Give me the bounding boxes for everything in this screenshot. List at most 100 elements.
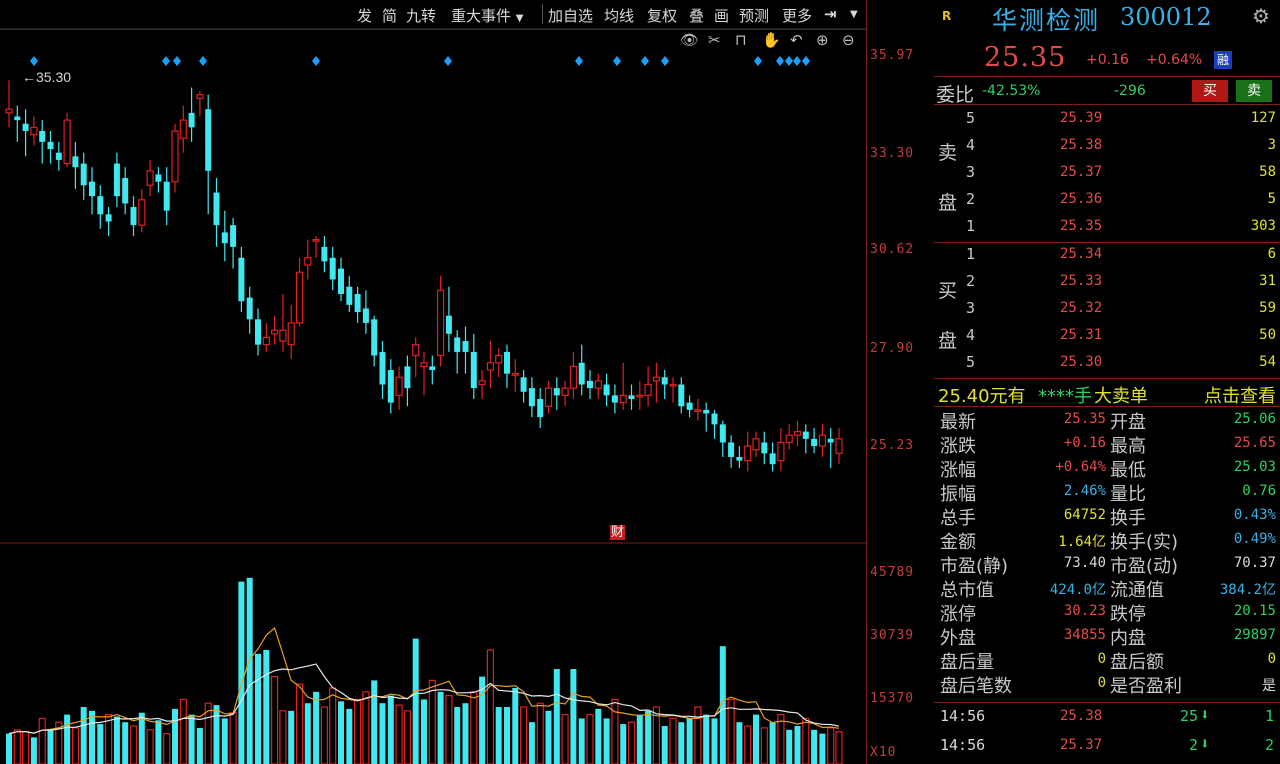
ask-row[interactable]: 5 25.39 127 bbox=[934, 106, 1280, 133]
volume-bar-down bbox=[736, 722, 743, 764]
ask-price: 25.35 bbox=[1060, 218, 1103, 234]
bid-volume: 6 bbox=[1267, 246, 1276, 262]
candle-body-down bbox=[230, 225, 237, 247]
candle-body-up bbox=[271, 329, 279, 335]
candle-body-up bbox=[619, 394, 627, 404]
candle-body-up bbox=[544, 387, 553, 407]
event-diamond-icon bbox=[641, 56, 649, 66]
ask-row[interactable]: 4 25.38 3 bbox=[934, 133, 1280, 160]
quote-row: 市盈(静) 73.40 市盈(动) 70.37 bbox=[934, 552, 1280, 577]
volume-bar-down bbox=[371, 680, 378, 764]
volume-bar-down bbox=[678, 722, 685, 764]
big-order-link[interactable]: 点击查看 bbox=[1204, 382, 1276, 408]
quote-value: 64752 bbox=[1063, 507, 1106, 523]
volume-bar-down bbox=[412, 638, 419, 764]
quote-label: 换手(实) bbox=[1110, 532, 1179, 553]
candle-body-down bbox=[686, 402, 693, 410]
candle-body-down bbox=[811, 438, 818, 447]
volume-bar-down bbox=[213, 705, 220, 764]
volume-bar-up bbox=[536, 702, 544, 764]
ask-volume: 127 bbox=[1250, 110, 1276, 126]
candle-body-down bbox=[113, 163, 120, 197]
volume-bar-down bbox=[255, 653, 261, 764]
bid-row[interactable]: 5 25.30 54 bbox=[934, 350, 1280, 377]
candle-body-down bbox=[80, 163, 87, 186]
candle-body-up bbox=[744, 445, 752, 462]
candle-body-up bbox=[5, 108, 13, 114]
quote-row: 涨跌 +0.16 最高 25.65 bbox=[934, 432, 1280, 457]
volume-bar-down bbox=[786, 729, 793, 764]
event-diamond-icon bbox=[661, 56, 669, 66]
quote-value: 0 bbox=[1097, 651, 1106, 667]
volume-bar-down bbox=[30, 737, 37, 764]
quote-label: 最低 bbox=[1110, 460, 1146, 481]
candle-body-up bbox=[777, 441, 785, 462]
candle-body-down bbox=[628, 395, 635, 400]
quote-label: 最高 bbox=[1110, 436, 1146, 457]
sell-button[interactable]: 卖 bbox=[1236, 80, 1272, 102]
candle-body-up bbox=[262, 336, 270, 346]
volume-bar-down bbox=[570, 669, 577, 764]
bid-row[interactable]: 2 25.33 31 bbox=[934, 269, 1280, 296]
quote-label: 盘后额 bbox=[1110, 652, 1164, 673]
candle-body-down bbox=[122, 178, 129, 204]
candle-body-up bbox=[412, 344, 420, 357]
quote-label: 盘后笔数 bbox=[940, 676, 1012, 697]
gear-icon[interactable]: ⚙ bbox=[1252, 4, 1270, 28]
bid-row[interactable]: 4 25.31 50 bbox=[934, 323, 1280, 350]
divider bbox=[934, 76, 1280, 77]
candle-body-down bbox=[553, 388, 560, 396]
event-diamond-icon bbox=[312, 56, 320, 66]
quote-value: 0.76 bbox=[1242, 483, 1276, 499]
big-order-label: 大卖单 bbox=[1094, 386, 1148, 407]
volume-bar-up bbox=[13, 729, 21, 764]
candle-body-down bbox=[454, 337, 461, 352]
quote-label: 内盘 bbox=[1110, 628, 1146, 649]
bid-row[interactable]: 3 25.32 59 bbox=[934, 296, 1280, 323]
candle-body-down bbox=[445, 315, 452, 334]
candle-body-down bbox=[205, 109, 212, 171]
candle-body-up bbox=[30, 126, 38, 136]
ask-row[interactable]: 2 25.36 5 bbox=[934, 187, 1280, 214]
big-order-banner[interactable]: 25.40元有 ****手 大卖单 点击查看 bbox=[934, 380, 1280, 408]
ask-level: 1 bbox=[966, 217, 976, 235]
volume-bar-down bbox=[238, 581, 245, 764]
candle-body-down bbox=[379, 351, 386, 385]
price-axis-label: 25.23 bbox=[870, 438, 915, 453]
quote-label: 换手 bbox=[1110, 508, 1146, 529]
candle-body-up bbox=[287, 322, 295, 346]
candle-body-up bbox=[63, 119, 71, 165]
volume-bar-down bbox=[819, 733, 826, 764]
ask-row[interactable]: 1 25.35 303 bbox=[934, 214, 1280, 241]
volume-bar-down bbox=[553, 669, 560, 764]
buy-button[interactable]: 买 bbox=[1192, 80, 1228, 102]
volume-bar-down bbox=[188, 714, 195, 764]
candle-body-down bbox=[55, 152, 62, 160]
volume-bar-up bbox=[229, 712, 237, 764]
ask-level: 5 bbox=[966, 109, 976, 127]
current-price: 25.35 bbox=[984, 42, 1067, 73]
candle-body-down bbox=[39, 130, 46, 142]
candle-body-up bbox=[752, 438, 760, 451]
candle-body-up bbox=[478, 380, 486, 386]
volume-bar-down bbox=[113, 716, 120, 764]
bid-row[interactable]: 1 25.34 6 bbox=[934, 242, 1280, 269]
ask-volume: 3 bbox=[1267, 137, 1276, 153]
stock-code: 300012 bbox=[1120, 3, 1212, 31]
candle-body-up bbox=[295, 271, 304, 324]
quote-row: 涨幅 +0.64% 最低 25.03 bbox=[934, 456, 1280, 481]
ask-volume: 5 bbox=[1267, 191, 1276, 207]
candle-body-down bbox=[611, 395, 618, 403]
volume-bar-down bbox=[338, 701, 344, 764]
candle-body-down bbox=[711, 413, 718, 425]
volume-bar-up bbox=[445, 694, 453, 764]
ask-row[interactable]: 3 25.37 58 bbox=[934, 160, 1280, 187]
bid-price: 25.31 bbox=[1060, 327, 1103, 343]
quote-row: 振幅 2.46% 量比 0.76 bbox=[934, 480, 1280, 505]
price-axis-line bbox=[866, 0, 867, 764]
candle-body-up bbox=[304, 257, 312, 266]
event-diamond-icon bbox=[444, 56, 452, 66]
financial-report-marker[interactable]: 财 bbox=[610, 525, 626, 540]
volume-bar-up bbox=[802, 717, 810, 764]
candle-body-down bbox=[238, 257, 245, 302]
